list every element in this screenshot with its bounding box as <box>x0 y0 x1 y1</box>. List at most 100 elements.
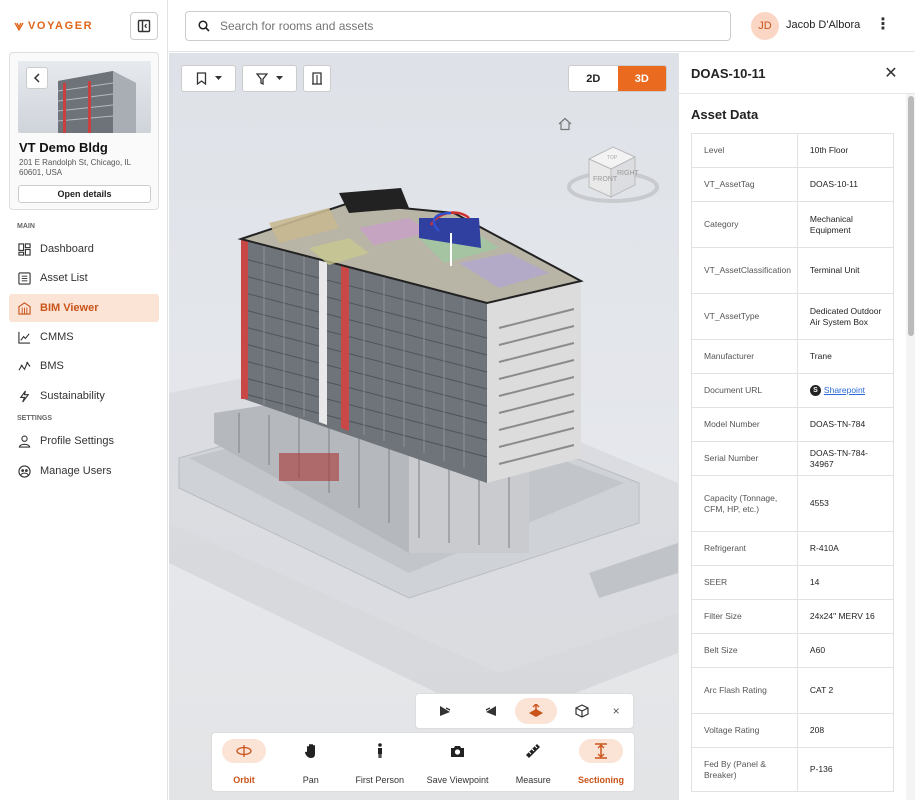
document-link[interactable]: Sharepoint <box>824 385 865 395</box>
mode-3d-button[interactable]: 3D <box>617 66 666 91</box>
more-menu-icon[interactable]: ⋮ <box>875 16 891 34</box>
asset-value: Mechanical Equipment <box>797 201 894 248</box>
sidebar-item-sustainability[interactable]: Sustainability <box>9 382 159 410</box>
tool-label: First Person <box>355 775 404 785</box>
user-name[interactable]: Jacob D'Albora <box>786 19 860 31</box>
asset-row: Manufacturer Trane <box>691 339 894 374</box>
sidebar-item-label: Manage Users <box>40 465 112 477</box>
sidebar-toggle-icon <box>137 19 151 33</box>
asset-details-panel: DOAS-10-11 ✕ Asset Data Level 10th Floor V… <box>678 53 915 800</box>
asset-key: SEER <box>691 565 798 600</box>
asset-value: Trane <box>797 339 894 374</box>
collapse-sidebar-button[interactable] <box>130 12 158 40</box>
sidebar-item-label: Asset List <box>40 272 88 284</box>
navigation-toolbar: Orbit Pan First Person Save Viewpoint Me… <box>211 732 635 792</box>
asset-row: Level 10th Floor <box>691 133 894 168</box>
app-logo[interactable]: VOYAGER <box>14 20 93 32</box>
search-box[interactable] <box>185 11 731 41</box>
asset-data-heading: Asset Data <box>691 107 759 122</box>
sidebar-item-bim-viewer[interactable]: BIM Viewer <box>9 294 159 322</box>
measure-tool[interactable]: Measure <box>511 739 555 785</box>
logo-text: VOYAGER <box>28 20 94 32</box>
asset-row: VT_AssetType Dedicated Outdoor Air System… <box>691 293 894 340</box>
asset-key: VT_AssetClassification <box>691 247 798 294</box>
bookmark-icon <box>196 72 206 85</box>
sidebar-item-cmms[interactable]: CMMS <box>9 323 159 351</box>
asset-row: Model Number DOAS-TN-784 <box>691 407 894 442</box>
asset-value: Terminal Unit <box>797 247 894 294</box>
asset-row: VT_AssetClassification Terminal Unit <box>691 247 894 294</box>
first-person-tool[interactable]: First Person <box>355 739 404 785</box>
list-icon <box>18 271 31 285</box>
section-z-button[interactable] <box>515 698 558 724</box>
sidebar-item-label: Dashboard <box>40 243 94 255</box>
panel-scrollbar[interactable] <box>906 94 915 800</box>
viewcube-front-label: FRONT <box>593 176 618 183</box>
asset-title: DOAS-10-11 <box>691 66 766 81</box>
asset-value: 4553 <box>797 475 894 532</box>
asset-row: VT_AssetTag DOAS-10-11 <box>691 167 894 202</box>
nav-section-main: MAIN <box>17 223 35 230</box>
asset-key: Voltage Rating <box>691 713 798 748</box>
avatar[interactable]: JD <box>751 12 779 40</box>
asset-row: Document URL S Sharepoint <box>691 373 894 408</box>
camera-icon <box>451 745 465 757</box>
building-address: 201 E Randolph St, Chicago, IL 60601, US… <box>19 158 131 177</box>
section-box-button[interactable] <box>424 698 466 724</box>
asset-row: Arc Flash Rating CAT 2 <box>691 667 894 714</box>
bookmark-dropdown-button[interactable] <box>181 65 236 92</box>
sidebar-item-profile-settings[interactable]: Profile Settings <box>9 427 159 455</box>
section-plane-button[interactable] <box>470 698 512 724</box>
sharepoint-icon: S <box>809 385 821 397</box>
asset-value: R-410A <box>797 531 894 566</box>
asset-value: DOAS-10-11 <box>797 167 894 202</box>
nav-section-settings: SETTINGS <box>17 415 53 422</box>
pan-tool[interactable]: Pan <box>289 739 333 785</box>
level-select-button[interactable] <box>303 65 331 92</box>
person-icon <box>377 743 382 758</box>
section-z-icon <box>529 704 544 717</box>
search-input[interactable] <box>220 19 700 33</box>
scrollbar-thumb[interactable] <box>908 96 914 336</box>
close-section-toolbar-button[interactable]: × <box>607 698 625 724</box>
sidebar-item-dashboard[interactable]: Dashboard <box>9 235 159 263</box>
section-cube-button[interactable] <box>561 698 603 724</box>
users-icon <box>18 464 31 478</box>
asset-row: Fed By (Panel & Breaker) P-136 <box>691 747 894 792</box>
asset-key: Category <box>691 201 798 248</box>
asset-row: Refrigerant R-410A <box>691 531 894 566</box>
bim-viewer-canvas[interactable]: 2D 3D FRONT RIGHT TOP × Orbit Pan First … <box>169 53 678 800</box>
mode-2d-button[interactable]: 2D <box>569 66 618 91</box>
caret-down-icon <box>214 76 222 80</box>
asset-value: 24x24" MERV 16 <box>797 599 894 634</box>
asset-value: 10th Floor <box>797 133 894 168</box>
sidebar-item-bms[interactable]: BMS <box>9 352 159 380</box>
asset-row: Voltage Rating 208 <box>691 713 894 748</box>
viewcube[interactable]: FRONT RIGHT TOP <box>567 139 659 209</box>
panel-header: DOAS-10-11 ✕ <box>679 53 915 94</box>
building-name: VT Demo Bldg <box>19 140 108 155</box>
filter-dropdown-button[interactable] <box>242 65 297 92</box>
asset-row: SEER 14 <box>691 565 894 600</box>
caret-down-icon <box>276 76 283 80</box>
top-header: JD Jacob D'Albora ⋮ <box>169 0 915 52</box>
asset-key: VT_AssetType <box>691 293 798 340</box>
asset-key: Model Number <box>691 407 798 442</box>
sidebar-item-manage-users[interactable]: Manage Users <box>9 457 159 485</box>
orbit-tool[interactable]: Orbit <box>222 739 266 785</box>
asset-value: Dedicated Outdoor Air System Box <box>797 293 894 340</box>
sectioning-tool[interactable]: Sectioning <box>578 739 624 785</box>
tool-label: Save Viewpoint <box>426 775 489 785</box>
home-icon[interactable] <box>558 117 572 131</box>
tool-label: Sectioning <box>577 775 624 785</box>
pulse-icon <box>18 361 31 371</box>
open-details-button[interactable]: Open details <box>18 185 151 203</box>
close-icon[interactable]: ✕ <box>881 63 901 83</box>
back-button[interactable] <box>26 67 48 89</box>
save-viewpoint-tool[interactable]: Save Viewpoint <box>427 739 489 785</box>
asset-value[interactable]: S Sharepoint <box>797 373 894 408</box>
sidebar-item-asset-list[interactable]: Asset List <box>9 264 159 292</box>
asset-value: 14 <box>797 565 894 600</box>
cube-icon <box>575 704 589 718</box>
asset-value: CAT 2 <box>797 667 894 714</box>
